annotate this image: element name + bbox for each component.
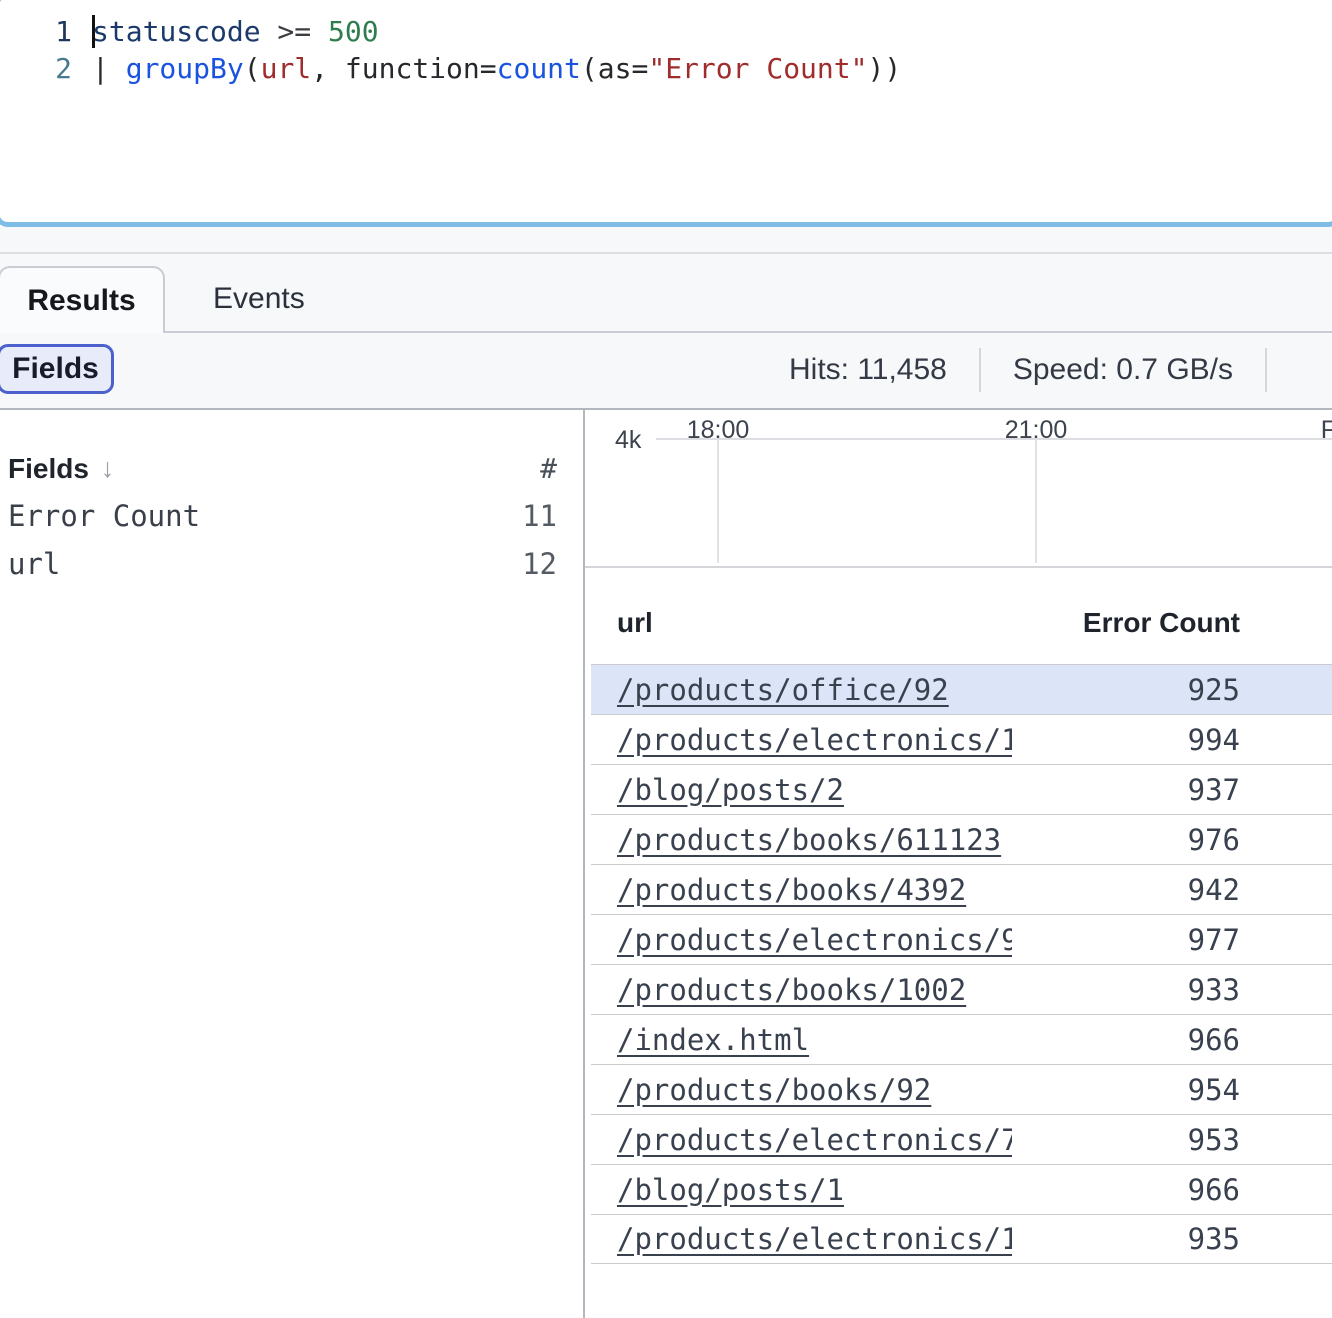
token-close-parens: ))	[868, 52, 902, 85]
stat-divider	[979, 348, 981, 392]
fields-toggle-button[interactable]: Fields	[0, 344, 114, 394]
results-table: url Error Count /products/office/92 925 …	[591, 568, 1332, 1264]
error-count-value: 937	[1012, 773, 1332, 807]
url-link[interactable]: /products/electronics/7	[617, 1123, 1012, 1157]
query-line-2[interactable]: 2 | groupBy(url, function=count(as="Erro…	[0, 50, 1332, 87]
divider-under-editor	[0, 252, 1332, 254]
field-row-error-count[interactable]: Error Count 11	[0, 499, 583, 533]
token-string-error-count: "Error Count"	[648, 52, 867, 85]
field-count: 12	[522, 547, 557, 581]
results-table-header: url Error Count	[591, 568, 1332, 664]
tab-events[interactable]: Events	[213, 282, 305, 316]
token-pipe: |	[92, 52, 126, 85]
field-name[interactable]: url	[8, 547, 60, 581]
count-column-header: #	[540, 452, 557, 485]
token-field: statuscode	[92, 15, 261, 48]
table-row[interactable]: /products/books/611123 976	[591, 814, 1332, 864]
column-header-error-count[interactable]: Error Count	[1012, 607, 1332, 639]
token-function-arg: , function=	[311, 52, 496, 85]
line-number-1: 1	[0, 13, 72, 50]
url-link[interactable]: /products/books/611123	[617, 823, 1001, 857]
horizontal-gridline	[656, 438, 1332, 440]
field-name[interactable]: Error Count	[8, 499, 200, 533]
tab-events-label: Events	[213, 282, 305, 315]
hits-count: Hits: 11,458	[789, 353, 947, 387]
error-count-value: 933	[1012, 973, 1332, 1007]
token-function-count: count	[497, 52, 581, 85]
error-count-value: 925	[1012, 673, 1332, 707]
table-row[interactable]: /products/electronics/9211 977	[591, 914, 1332, 964]
table-row[interactable]: /products/books/4392 942	[591, 864, 1332, 914]
table-row[interactable]: /products/electronics/102 935	[591, 1214, 1332, 1264]
table-row[interactable]: /blog/posts/2 937	[591, 764, 1332, 814]
table-row[interactable]: /products/electronics/1012 994	[591, 714, 1332, 764]
error-count-value: 966	[1012, 1023, 1332, 1057]
error-count-value: 953	[1012, 1123, 1332, 1157]
url-link[interactable]: /products/books/92	[617, 1073, 931, 1107]
line-number-2: 2	[0, 50, 72, 87]
token-paren: (	[244, 52, 261, 85]
speed-stat: Speed: 0.7 GB/s	[1013, 353, 1233, 387]
url-link[interactable]: /products/electronics/102	[617, 1222, 1012, 1256]
error-count-value: 994	[1012, 723, 1332, 757]
y-axis-tick: 4k	[615, 426, 637, 455]
search-stats: Hits: 11,458 Speed: 0.7 GB/s	[789, 331, 1332, 408]
token-as-arg: (as=	[581, 52, 648, 85]
fields-button-label: Fields	[12, 352, 99, 386]
table-row[interactable]: /products/books/1002 933	[591, 964, 1332, 1014]
x-axis-tick-partial: F	[1321, 416, 1332, 445]
error-count-value: 977	[1012, 923, 1332, 957]
error-count-value: 942	[1012, 873, 1332, 907]
url-link[interactable]: /blog/posts/1	[617, 1173, 844, 1207]
url-link[interactable]: /blog/posts/2	[617, 773, 844, 807]
error-count-value: 954	[1012, 1073, 1332, 1107]
field-count: 11	[522, 499, 557, 533]
column-header-url[interactable]: url	[591, 607, 1012, 639]
fields-panel-title: Fields	[8, 453, 89, 485]
fields-panel-header: Fields ↓ #	[0, 410, 583, 485]
error-count-value: 935	[1012, 1222, 1332, 1256]
error-count-value: 966	[1012, 1173, 1332, 1207]
url-link[interactable]: /products/office/92	[617, 673, 949, 707]
table-row[interactable]: /products/office/92 925	[591, 664, 1332, 714]
token-param-url: url	[261, 52, 312, 85]
token-operator: >=	[261, 15, 328, 48]
vertical-gridline-2100	[1035, 438, 1037, 563]
url-link[interactable]: /products/books/1002	[617, 973, 966, 1007]
results-subheader: Results Events Fields Hits: 11,458 Speed…	[0, 227, 1332, 408]
url-link[interactable]: /index.html	[617, 1023, 809, 1057]
fields-panel: Fields ↓ # Error Count 11 url 12	[0, 410, 583, 1318]
query-code-1[interactable]: statuscode >= 500	[92, 13, 379, 50]
vertical-gridline-1800	[717, 438, 719, 563]
url-link[interactable]: /products/electronics/9211	[617, 923, 1012, 957]
query-code-2[interactable]: | groupBy(url, function=count(as="Error …	[92, 50, 901, 87]
token-function-groupby: groupBy	[126, 52, 244, 85]
url-link[interactable]: /products/electronics/1012	[617, 723, 1012, 757]
tab-results-label: Results	[27, 284, 135, 318]
query-editor[interactable]: 1 statuscode >= 500 2 | groupBy(url, fun…	[0, 0, 1332, 227]
tab-results[interactable]: Results	[0, 266, 165, 333]
table-row[interactable]: /blog/posts/1 966	[591, 1164, 1332, 1214]
table-row[interactable]: /products/electronics/7 953	[591, 1114, 1332, 1164]
error-count-value: 976	[1012, 823, 1332, 857]
table-row[interactable]: /index.html 966	[591, 1014, 1332, 1064]
url-link[interactable]: /products/books/4392	[617, 873, 966, 907]
field-row-url[interactable]: url 12	[0, 547, 583, 581]
results-panel: 4k 18:00 21:00 F url Error Count /produc…	[585, 410, 1332, 1318]
timeline-chart[interactable]: 4k 18:00 21:00 F	[585, 410, 1332, 568]
sort-descending-icon[interactable]: ↓	[101, 453, 115, 484]
token-number: 500	[328, 15, 379, 48]
text-cursor-caret	[92, 15, 95, 48]
query-line-1[interactable]: 1 statuscode >= 500	[0, 13, 1332, 50]
logscale-search-view: 1 statuscode >= 500 2 | groupBy(url, fun…	[0, 0, 1332, 1318]
stat-divider	[1265, 348, 1267, 392]
table-row[interactable]: /products/books/92 954	[591, 1064, 1332, 1114]
